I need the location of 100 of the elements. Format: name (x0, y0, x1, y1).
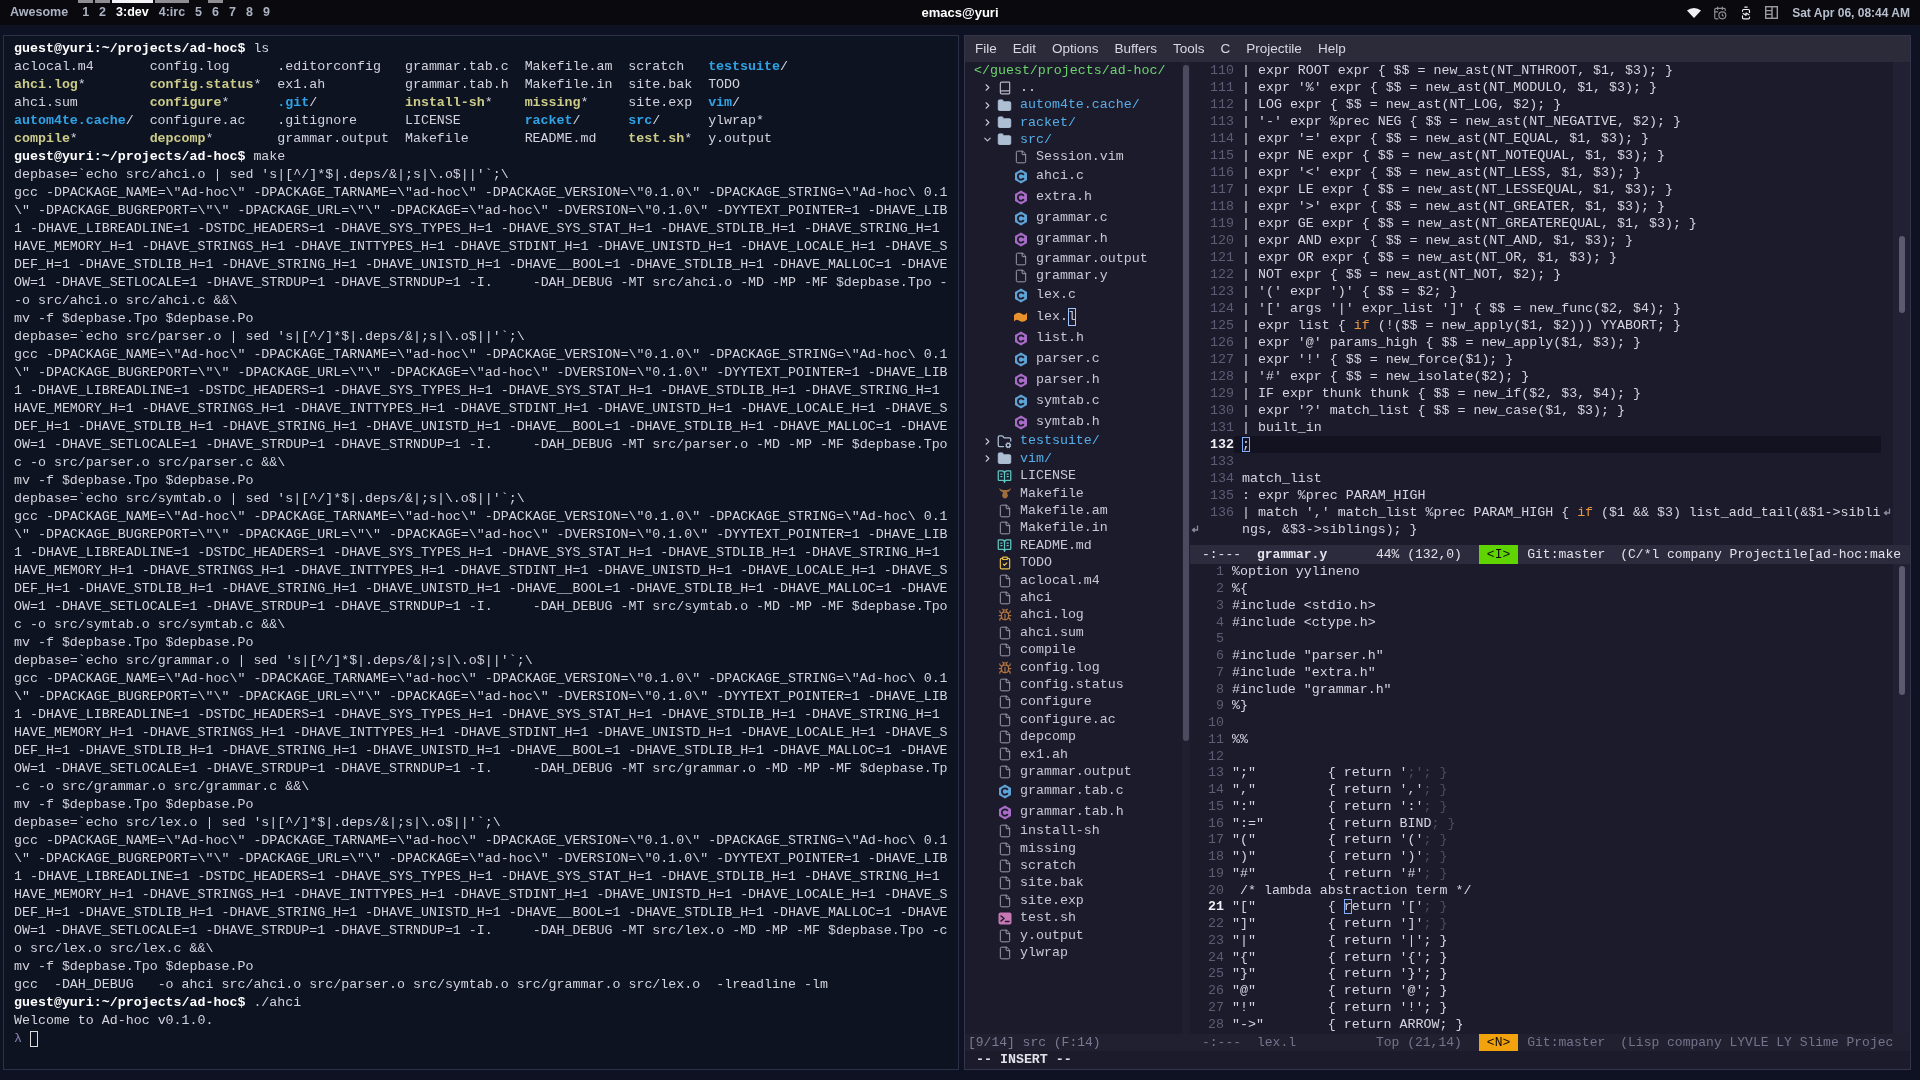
c-file-icon (1013, 414, 1028, 430)
file-icon (997, 712, 1012, 727)
file-name: ahci.sum (14, 94, 78, 112)
file-name[interactable]: ylwrap (1020, 943, 1068, 963)
workspace-tag[interactable]: 8 (241, 0, 257, 25)
calendar-clock-icon[interactable] (1713, 5, 1728, 20)
menu-item[interactable]: File (975, 38, 997, 60)
workspace-tag[interactable]: 5 (191, 0, 207, 25)
c-file-icon (1013, 210, 1028, 226)
line-number: 122 (1210, 265, 1234, 284)
workspace-tag[interactable]: 3:dev (112, 0, 153, 25)
directory-path: </guest/projects/ad-hoc/ (974, 62, 1166, 80)
file-name[interactable]: grammar.h (1036, 229, 1108, 250)
file-name: aclocal.m4 (14, 58, 94, 76)
terminal-output-line: gcc -DPACKAGE_NAME=\"Ad-hoc\" -DPACKAGE_TARNAME=\"ad-hoc\" -DPACKAGE_VERSION=\"0.1.0\" -DPACKAGE_STRING=\"Ad-hoc\ 0.1 (14, 346, 948, 364)
workspace-tag[interactable]: 1 (78, 0, 94, 25)
file-name: TODO (708, 76, 741, 94)
line-number: 135 (1210, 486, 1234, 505)
file-name: Makefile.am (524, 58, 613, 76)
shell-command: ls (253, 40, 270, 58)
line-number: 20 (1208, 881, 1224, 900)
file-name[interactable]: grammar.output (1036, 248, 1148, 269)
c-file-icon (1013, 372, 1028, 388)
launcher-label[interactable]: Awesome (10, 3, 69, 22)
file-name: site.exp (628, 94, 693, 112)
file-icon (997, 695, 1012, 710)
mode-list: (C/*l company Projectile[ad-hoc:make (1620, 544, 1902, 565)
workspace-tag[interactable]: 7 (225, 0, 240, 25)
file-name[interactable]: lex.c (1036, 285, 1076, 306)
menu-item[interactable]: Projectile (1246, 38, 1302, 60)
file-name[interactable]: symtab.c (1036, 391, 1100, 412)
code-line: | expr '?' match_list { $$ = new_case($1, $3); } (1242, 401, 1625, 420)
line-number: 4 (1216, 613, 1224, 632)
terminal-output-line: depbase=`echo src/symtab.o | sed 's|[^/]*$|.deps/&|;s|\.o$||'`;\ (14, 490, 525, 508)
menu-item[interactable]: Edit (1012, 38, 1037, 60)
directory-name[interactable]: .. (1020, 77, 1036, 98)
wifi-icon[interactable] (1687, 7, 1702, 18)
terminal-output-line: DEF_H=1 -DHAVE_STDLIB_H=1 -DHAVE_STRING_H=1 -DHAVE_UNISTD_H=1 -DHAVE__BOOL=1 -DHAVE_STDLIB_H=1 -DHAVE_MALLOC=1 -DHAVE (14, 580, 948, 598)
file-name: missing* (524, 94, 589, 112)
file-name: .gitignore (277, 112, 358, 130)
code-line: | IF expr thunk thunk { $$ = new_if($2, $3, $4); } (1242, 384, 1641, 403)
terminal-output-line: c -o src/parser.o src/parser.c &&\ (14, 454, 286, 472)
layout-icon[interactable] (1765, 6, 1779, 19)
line-number: 8 (1216, 680, 1224, 699)
file-icon (997, 945, 1012, 960)
file-name[interactable]: grammar.tab.c (1020, 781, 1124, 801)
line-number: 25 (1208, 965, 1224, 984)
file-name[interactable]: parser.c (1036, 349, 1100, 370)
terminal-output-line: \" -DPACKAGE_BUGREPORT=\"\" -DPACKAGE_URL=\"\" -DPACKAGE=\"ad-hoc\" -DVERSION=\"0.1.0\" -DYYTEXT_POINTER=1 -DHAVE_LIB (14, 364, 948, 382)
menu-item[interactable]: Help (1317, 38, 1346, 60)
open-book-icon (997, 468, 1012, 484)
menu-item[interactable]: C (1220, 38, 1231, 60)
menu-item[interactable]: Tools (1173, 38, 1205, 60)
file-name[interactable]: parser.h (1036, 370, 1100, 391)
workspace-tag[interactable]: 9 (258, 0, 274, 25)
terminal-output-line: 1 -DHAVE_LIBREADLINE=1 -DSTDC_HEADERS=1 -DHAVE_SYS_TYPES_H=1 -DHAVE_SYS_STAT_H=1 -DHAVE_STDLIB_H=1 -DHAVE_STRING_H=1 (14, 220, 940, 238)
file-name[interactable]: grammar.c (1036, 208, 1108, 229)
terminal-output-line: Welcome to Ad-hoc v0.1.0. (14, 1012, 214, 1030)
c-file-icon (1013, 330, 1028, 346)
terminal-output-line: \" -DPACKAGE_BUGREPORT=\"\" -DPACKAGE_URL=\"\" -DPACKAGE=\"ad-hoc\" -DVERSION=\"0.1.0\" -DYYTEXT_POINTER=1 -DHAVE_LIB (14, 850, 948, 868)
file-name[interactable]: Makefile.am (1020, 501, 1108, 521)
menu-item[interactable]: Buffers (1114, 38, 1158, 60)
terminal-output-line: HAVE_MEMORY_H=1 -DHAVE_STRINGS_H=1 -DHAVE_INTTYPES_H=1 -DHAVE_STDINT_H=1 -DHAVE_UNISTD_H=1 -DHAVE_LOCALE_H=1 -DHAVE_S (14, 238, 948, 256)
code-line: | expr OR expr { $$ = new_ast(NT_OR, $1, $3); } (1242, 248, 1618, 267)
line-number: 111 (1210, 78, 1234, 97)
file-name[interactable]: symtab.h (1036, 412, 1100, 433)
file-icon (997, 625, 1012, 640)
folder-icon (997, 114, 1012, 130)
file-name: y.output (708, 130, 772, 148)
file-name[interactable]: Session.vim (1036, 147, 1124, 168)
menu-item[interactable]: Options (1052, 38, 1099, 60)
c-file-icon (997, 783, 1012, 799)
scrollbar-thumb[interactable] (1898, 566, 1905, 695)
code-line: | expr LE expr { $$ = new_ast(NT_LESSEQUAL, $1, $3); } (1242, 180, 1673, 199)
line-number: 23 (1208, 931, 1224, 950)
file-icon (997, 859, 1012, 873)
file-name[interactable]: list.h (1036, 328, 1084, 349)
file-name[interactable]: grammar.y (1036, 266, 1108, 286)
scrollbar-thumb[interactable] (1898, 236, 1905, 313)
file-name[interactable]: ahci (1020, 588, 1052, 608)
branch-name: Git:master (1527, 1033, 1606, 1052)
file-name[interactable]: extra.h (1036, 187, 1092, 208)
line-number: 3 (1216, 596, 1224, 615)
file-name[interactable]: grammar.tab.h (1020, 802, 1124, 822)
line-number: 110 (1210, 62, 1234, 80)
terminal-output-line: 1 -DHAVE_LIBREADLINE=1 -DSTDC_HEADERS=1 -DHAVE_SYS_TYPES_H=1 -DHAVE_SYS_STAT_H=1 -DHAVE_STDLIB_H=1 -DHAVE_STRING_H=1 (14, 544, 940, 562)
scrollbar-thumb[interactable] (1183, 65, 1189, 741)
workspace-tag[interactable]: 6 (208, 0, 223, 25)
file-name: README.md (524, 130, 597, 148)
workspace-tag[interactable]: 4:irc (154, 0, 190, 25)
line-number: 126 (1210, 333, 1234, 352)
workspace-tag[interactable]: 2 (95, 0, 111, 25)
file-icon (997, 504, 1012, 518)
line-number: 10 (1208, 714, 1224, 733)
line-number: 9 (1216, 697, 1224, 716)
file-name[interactable]: ahci.c (1036, 166, 1084, 187)
book-icon (997, 80, 1012, 95)
line-number: 26 (1208, 982, 1224, 1001)
file-name[interactable]: scratch (1020, 856, 1076, 876)
line-number: 136 (1210, 503, 1234, 522)
